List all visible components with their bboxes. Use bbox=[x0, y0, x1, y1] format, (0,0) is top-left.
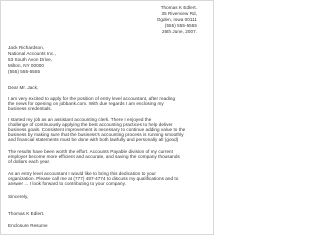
salutation: Dear Mr. Jack, bbox=[8, 85, 39, 90]
enclosure-note: Enclosure Resume bbox=[8, 223, 48, 228]
sender-street: 35 Riverview Rd, bbox=[161, 11, 197, 16]
sender-city: Ogden, Iowa 00111 bbox=[156, 17, 197, 22]
recipient-street: 53 South Avon Drive, bbox=[8, 57, 53, 62]
paragraph-line: and financial statements must be done wi… bbox=[8, 137, 179, 142]
recipient-name: Jack Richardson, bbox=[8, 45, 45, 50]
recipient-city: Milton, NY 00000 bbox=[8, 63, 44, 68]
signature-name: Thomas K Edlert. bbox=[8, 211, 45, 216]
letter-date: 26th June, 2007. bbox=[161, 29, 197, 34]
recipient-company: National Accounts Inc., bbox=[8, 51, 56, 56]
sender-name: Thomas K Edlert. bbox=[160, 5, 197, 10]
paragraph-line: of dollars each year. bbox=[8, 159, 51, 164]
recipient-phone: (555) 555-5555 bbox=[8, 69, 41, 74]
paragraph-line: answer ... I look forward to contributin… bbox=[8, 181, 126, 186]
closing: Sincerely, bbox=[8, 194, 29, 199]
cover-letter-page: Thomas K Edlert. 35 Riverview Rd, Ogden,… bbox=[0, 0, 214, 235]
sender-phone: (555) 555-5555 bbox=[164, 23, 197, 28]
paragraph-line: business credentials. bbox=[8, 106, 52, 111]
